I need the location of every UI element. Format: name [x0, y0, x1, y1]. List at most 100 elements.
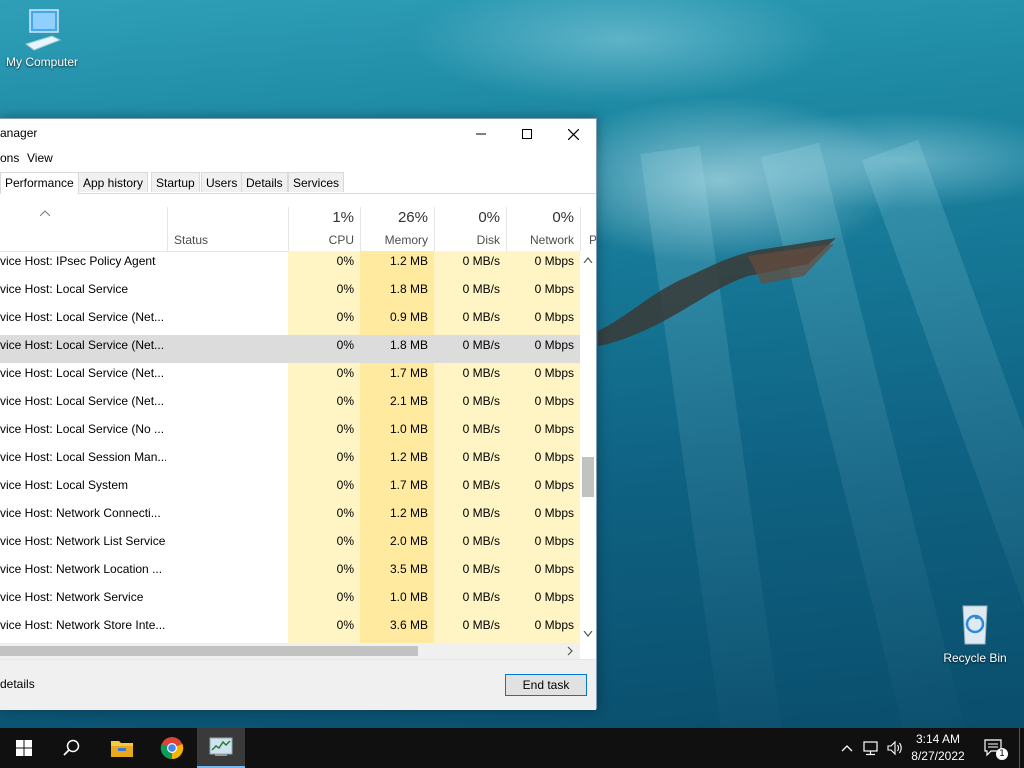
process-network: 0 Mbps	[534, 422, 574, 436]
scroll-up-arrow-icon[interactable]	[583, 257, 593, 263]
minimize-icon	[476, 133, 486, 135]
process-row[interactable]: vice Host: Local Service (Net... 0% 1.8 MB…	[0, 335, 580, 363]
horizontal-scroll-thumb[interactable]	[0, 646, 418, 656]
column-memory[interactable]: 26% Memory	[360, 207, 434, 251]
process-memory: 1.7 MB	[389, 366, 428, 380]
my-computer-shortcut[interactable]: My Computer	[0, 8, 84, 69]
cpu-label: CPU	[328, 233, 354, 247]
process-cpu: 0%	[336, 534, 354, 548]
process-cpu: 0%	[336, 562, 354, 576]
process-name: vice Host: Network Service	[0, 590, 144, 604]
tab-app-history[interactable]: App history	[78, 172, 149, 192]
process-cpu: 0%	[336, 422, 354, 436]
recycle-bin-shortcut[interactable]: Recycle Bin	[933, 602, 1017, 665]
vertical-scroll-thumb[interactable]	[582, 457, 594, 497]
volume-icon	[887, 740, 902, 756]
process-cpu: 0%	[336, 338, 354, 352]
tab-details[interactable]: Details	[241, 172, 288, 192]
process-row[interactable]: vice Host: Network Connecti... 0% 1.2 MB 0 …	[0, 503, 580, 531]
process-row[interactable]: vice Host: IPsec Policy Agent 0% 1.2 MB 0 M…	[0, 251, 580, 279]
process-row[interactable]: vice Host: Local Service 0% 1.8 MB 0 MB/s 0 …	[0, 279, 580, 307]
column-network[interactable]: 0% Network	[506, 207, 580, 251]
process-row[interactable]: vice Host: Local Service (Net... 0% 2.1 MB…	[0, 391, 580, 419]
network-tray-button[interactable]	[860, 728, 882, 768]
process-memory: 1.7 MB	[389, 478, 428, 492]
file-explorer-button[interactable]	[98, 728, 146, 768]
column-power[interactable]: P	[580, 207, 598, 251]
taskbar: 3:14 AM 8/27/2022 1	[0, 728, 1024, 768]
power-label-partial: P	[589, 233, 598, 247]
fewer-details-link[interactable]: details	[0, 677, 35, 691]
clock-time: 3:14 AM	[915, 732, 961, 746]
horizontal-scrollbar[interactable]	[0, 643, 580, 659]
network-icon	[863, 741, 878, 756]
process-cpu: 0%	[336, 590, 354, 604]
process-name: vice Host: Local Service (Net...	[0, 366, 165, 380]
end-task-button[interactable]: End task	[505, 674, 587, 696]
column-disk[interactable]: 0% Disk	[434, 207, 506, 251]
column-status-label: Status	[174, 233, 209, 247]
start-button[interactable]	[0, 728, 48, 768]
process-network: 0 Mbps	[534, 310, 574, 324]
task-manager-button[interactable]	[197, 728, 245, 768]
process-name: vice Host: Network List Service	[0, 534, 166, 548]
scroll-right-arrow-icon[interactable]	[567, 646, 573, 656]
light-ray	[640, 145, 789, 728]
column-status[interactable]: Status	[167, 207, 288, 251]
column-cpu[interactable]: 1% CPU	[288, 207, 360, 251]
process-row[interactable]: vice Host: Local Service (Net... 0% 0.9 MB…	[0, 307, 580, 335]
cpu-total: 1%	[332, 209, 354, 226]
clock[interactable]: 3:14 AM 8/27/2022	[906, 731, 970, 765]
process-name: vice Host: Local Service	[0, 282, 129, 296]
process-name: vice Host: Network Location ...	[0, 562, 163, 576]
process-row[interactable]: vice Host: Network List Service 0% 2.0 MB 0…	[0, 531, 580, 559]
menu-view[interactable]: View	[27, 151, 53, 165]
network-label: Network	[529, 233, 574, 247]
process-row[interactable]: vice Host: Local Session Man... 0% 1.2 MB 0…	[0, 447, 580, 475]
search-button[interactable]	[48, 728, 96, 768]
process-network: 0 Mbps	[534, 394, 574, 408]
title-bar[interactable]: anager	[0, 119, 596, 149]
my-computer-label: My Computer	[5, 55, 79, 69]
scroll-down-arrow-icon[interactable]	[583, 631, 593, 637]
network-total: 0%	[552, 209, 574, 226]
process-memory: 0.9 MB	[389, 310, 428, 324]
show-hidden-icons-button[interactable]	[838, 728, 856, 768]
process-row[interactable]: vice Host: Network Service 0% 1.0 MB 0 MB/s…	[0, 587, 580, 615]
disk-label: Disk	[476, 233, 500, 247]
process-network: 0 Mbps	[534, 450, 574, 464]
vertical-scrollbar[interactable]	[580, 251, 596, 643]
process-memory: 3.5 MB	[389, 562, 428, 576]
process-name: vice Host: Local Service (Net...	[0, 394, 165, 408]
tab-users[interactable]: Users	[201, 172, 243, 192]
process-disk: 0 MB/s	[462, 590, 500, 604]
chrome-button[interactable]	[148, 728, 196, 768]
menu-options[interactable]: ons	[0, 151, 19, 165]
minimize-button[interactable]	[458, 119, 504, 149]
tab-services[interactable]: Services	[288, 172, 345, 192]
process-network: 0 Mbps	[534, 618, 574, 632]
process-cpu: 0%	[336, 366, 354, 380]
close-button[interactable]	[550, 119, 596, 149]
volume-tray-button[interactable]	[884, 728, 906, 768]
chevron-up-icon	[841, 745, 853, 752]
process-name: vice Host: Local Service (Net...	[0, 338, 165, 352]
process-row[interactable]: vice Host: Local Service (Net... 0% 1.7 MB…	[0, 363, 580, 391]
process-row[interactable]: vice Host: Local Service (No ... 0% 1.0 MB…	[0, 419, 580, 447]
action-center-button[interactable]: 1	[978, 728, 1010, 768]
process-row[interactable]: vice Host: Network Store Inte... 0% 3.6 MB…	[0, 615, 580, 643]
process-row[interactable]: vice Host: Local System 0% 1.7 MB 0 MB/s 0 M…	[0, 475, 580, 503]
process-name: vice Host: Network Connecti...	[0, 506, 161, 520]
process-memory: 1.0 MB	[389, 422, 428, 436]
maximize-button[interactable]	[504, 119, 550, 149]
sort-chevron-up-icon[interactable]	[40, 210, 50, 216]
show-desktop-button[interactable]	[1019, 728, 1024, 768]
process-row[interactable]: vice Host: Network Location ... 0% 3.5 MB 0…	[0, 559, 580, 587]
process-memory: 1.2 MB	[389, 450, 428, 464]
recycle-bin-label: Recycle Bin	[943, 651, 1007, 665]
process-cpu: 0%	[336, 450, 354, 464]
tab-startup[interactable]: Startup	[151, 172, 200, 192]
process-network: 0 Mbps	[534, 562, 574, 576]
task-manager-window: anager ons View Performance App history …	[0, 118, 598, 710]
tab-performance[interactable]: Performance	[0, 172, 79, 194]
